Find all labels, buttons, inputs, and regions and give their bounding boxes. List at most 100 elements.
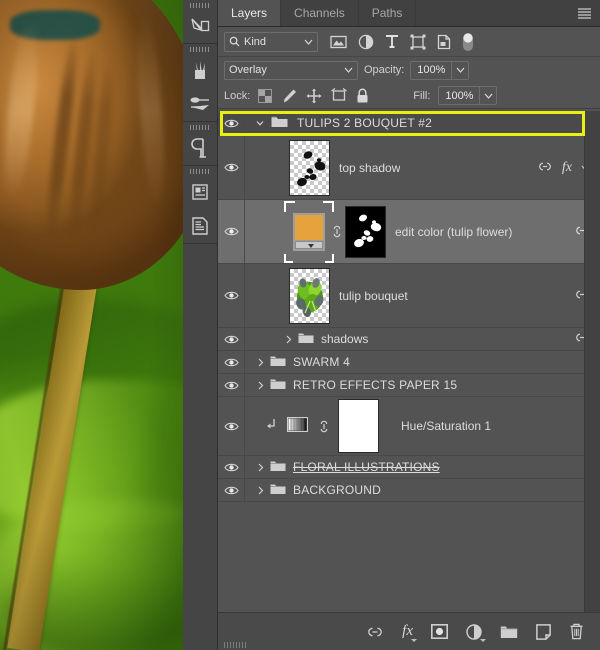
delete-layer-icon[interactable] — [569, 623, 584, 640]
mask-link-icon[interactable] — [329, 224, 345, 239]
layer-name[interactable]: SWARM 4 — [293, 355, 350, 369]
layer-name[interactable]: shadows — [321, 332, 368, 346]
new-layer-icon[interactable] — [536, 623, 551, 640]
tab-layers[interactable]: Layers — [218, 0, 282, 26]
table-row[interactable]: shadows — [218, 328, 600, 351]
layer-name[interactable]: TULIPS 2 BOUQUET #2 — [297, 116, 432, 130]
table-row[interactable]: RETRO EFFECTS PAPER 15 — [218, 374, 600, 397]
lock-transparent-pixels-icon[interactable] — [258, 88, 273, 103]
layer-list[interactable]: TULIPS 2 BOUQUET #2 top shadow fx edit c… — [218, 111, 600, 612]
pixel-layer-filter-icon[interactable] — [330, 35, 347, 49]
folder-icon — [298, 332, 314, 347]
layer-list-scrollbar[interactable] — [584, 111, 600, 612]
shape-layer-filter-icon[interactable] — [410, 34, 426, 50]
group-disclosure-triangle[interactable] — [281, 335, 295, 344]
new-adjustment-layer-icon[interactable] — [466, 623, 486, 642]
fx-icon[interactable]: fx — [562, 160, 572, 176]
add-layer-style-icon[interactable]: fx — [402, 623, 417, 642]
group-disclosure-triangle[interactable] — [253, 358, 267, 367]
layer-visibility-toggle[interactable] — [218, 111, 245, 135]
layer-visibility-toggle[interactable] — [218, 479, 245, 501]
path-selection-tool-icon[interactable] — [183, 9, 217, 43]
lock-artboard-nesting-icon[interactable] — [331, 88, 348, 103]
group-disclosure-triangle[interactable] — [253, 119, 267, 127]
type-layer-filter-icon[interactable] — [385, 34, 399, 49]
type-tool-icon[interactable] — [183, 131, 217, 165]
layer-filter-bar: Kind — [218, 27, 600, 57]
layer-name[interactable]: edit color (tulip flower) — [395, 225, 512, 239]
layer-name[interactable]: BACKGROUND — [293, 483, 381, 497]
magnifier-icon — [229, 36, 240, 47]
opacity-dropdown-arrow[interactable] — [451, 61, 468, 79]
fill-field[interactable]: 100% — [438, 86, 498, 105]
layer-visibility-toggle[interactable] — [218, 351, 245, 373]
panel-grip-1[interactable] — [183, 0, 217, 9]
fill-value[interactable]: 100% — [439, 90, 479, 102]
table-row[interactable]: FLORAL ILLUSTRATIONS — [218, 456, 600, 479]
layer-thumbnail[interactable] — [289, 139, 330, 196]
panel-resize-grip[interactable] — [224, 642, 246, 648]
layer-name[interactable]: Hue/Saturation 1 — [401, 419, 491, 433]
table-row[interactable]: TULIPS 2 BOUQUET #2 — [218, 111, 600, 136]
folder-icon — [270, 378, 286, 393]
layer-mask-thumbnail[interactable] — [338, 399, 379, 453]
lock-all-icon[interactable] — [356, 88, 369, 104]
gradient-tool-icon[interactable] — [183, 87, 217, 121]
hamburger-menu-icon[interactable] — [577, 0, 592, 26]
tool-group-3 — [183, 122, 217, 166]
table-row[interactable]: SWARM 4 — [218, 351, 600, 374]
chevron-right-icon — [286, 335, 291, 343]
layer-name[interactable]: tulip bouquet — [339, 289, 408, 303]
tab-channels[interactable]: Channels — [281, 0, 359, 26]
layer-thumbnail[interactable] — [289, 267, 330, 324]
document-canvas[interactable] — [0, 0, 183, 650]
opacity-value[interactable]: 100% — [411, 64, 451, 76]
layer-visibility-toggle[interactable] — [218, 136, 245, 199]
layer-name[interactable]: RETRO EFFECTS PAPER 15 — [293, 378, 457, 392]
layer-thumbnail[interactable] — [284, 200, 334, 263]
filter-kind-select[interactable]: Kind — [224, 31, 318, 52]
group-disclosure-triangle[interactable] — [253, 463, 267, 472]
link-icon[interactable] — [537, 162, 553, 174]
layer-visibility-toggle[interactable] — [218, 374, 245, 396]
chevron-down-icon — [484, 93, 493, 99]
panel-grip-2[interactable] — [183, 44, 217, 53]
layer-mask-thumbnail[interactable] — [345, 205, 386, 258]
layer-visibility-toggle[interactable] — [218, 397, 245, 455]
table-row[interactable]: top shadow fx — [218, 136, 600, 200]
panel-grip-3[interactable] — [183, 122, 217, 131]
layer-visibility-toggle[interactable] — [218, 456, 245, 478]
brush-tool-icon[interactable] — [183, 53, 217, 87]
panel-grip-4[interactable] — [183, 166, 217, 175]
layer-thumbnail[interactable] — [287, 417, 308, 435]
layer-visibility-toggle[interactable] — [218, 264, 245, 327]
group-disclosure-triangle[interactable] — [253, 381, 267, 390]
opacity-field[interactable]: 100% — [410, 60, 470, 80]
new-group-icon[interactable] — [500, 625, 518, 639]
filter-toggle-switch-icon[interactable] — [462, 32, 474, 52]
table-row[interactable]: BACKGROUND — [218, 479, 600, 502]
tab-paths[interactable]: Paths — [359, 0, 417, 26]
blend-mode-select[interactable]: Overlay — [224, 60, 358, 80]
layer-name[interactable]: FLORAL ILLUSTRATIONS — [293, 460, 440, 474]
link-layers-icon[interactable] — [366, 627, 384, 637]
add-layer-mask-icon[interactable] — [431, 624, 448, 639]
chevron-down-icon — [344, 67, 353, 73]
adjustment-layer-filter-icon[interactable] — [358, 34, 374, 50]
lock-position-icon[interactable] — [306, 88, 322, 104]
fill-dropdown-arrow[interactable] — [479, 87, 496, 104]
mask-link-icon[interactable] — [316, 419, 332, 434]
document-panel-icon[interactable] — [183, 209, 217, 243]
smart-object-filter-icon[interactable] — [437, 34, 451, 50]
table-row[interactable]: Hue/Saturation 1 — [218, 397, 600, 456]
notes-panel-icon[interactable] — [183, 175, 217, 209]
layer-name[interactable]: top shadow — [339, 161, 400, 175]
folder-icon — [270, 483, 286, 498]
layer-visibility-toggle[interactable] — [218, 328, 245, 350]
lock-buttons — [258, 88, 369, 104]
table-row[interactable]: tulip bouquet — [218, 264, 600, 328]
lock-image-pixels-icon[interactable] — [281, 88, 297, 104]
group-disclosure-triangle[interactable] — [253, 486, 267, 495]
layer-visibility-toggle[interactable] — [218, 200, 245, 263]
table-row[interactable]: edit color (tulip flower) — [218, 200, 600, 264]
